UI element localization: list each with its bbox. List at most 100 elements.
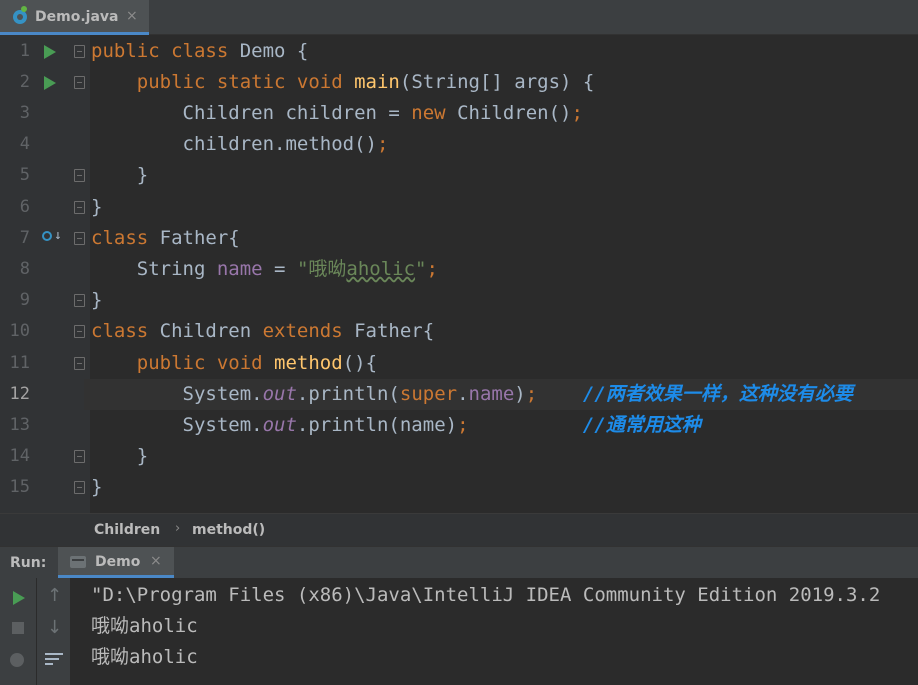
stop-icon[interactable] <box>12 622 24 634</box>
fold-marker-icon[interactable] <box>74 75 85 89</box>
fold-marker-icon[interactable] <box>74 325 85 339</box>
line-number: 8 <box>19 258 30 279</box>
implemented-by-icon[interactable] <box>42 230 52 241</box>
code-line[interactable]: 10 class Children extends Father{ <box>0 316 918 347</box>
console-output-line: 哦呦aholic <box>91 646 198 668</box>
code-token: } <box>91 164 149 187</box>
run-tab-demo[interactable]: Demo × <box>58 547 174 578</box>
code-token: "哦呦 <box>296 257 347 280</box>
scroll-down-arrow-icon[interactable]: ↓ <box>47 619 62 637</box>
fold-marker-icon[interactable] <box>74 231 85 245</box>
code-token: (){ <box>342 351 378 374</box>
code-line[interactable]: 4 children.method(); <box>0 129 918 160</box>
code-token: public <box>91 39 172 62</box>
code-token: ) <box>514 382 526 405</box>
run-label: Run: <box>10 555 47 571</box>
run-console: ↑ ↓ "D:\Program Files (x86)\Java\Intelli… <box>0 578 918 685</box>
code-token: Demo { <box>239 39 309 62</box>
code-token: ; <box>376 133 389 156</box>
code-text: public class Demo { <box>91 36 308 67</box>
code-line[interactable]: 11 public void method(){ <box>0 348 918 379</box>
code-line[interactable]: 6} <box>0 192 918 223</box>
java-class-icon <box>13 10 27 24</box>
run-tab-label: Demo <box>95 554 141 570</box>
code-token: class <box>91 320 160 343</box>
close-run-tab-icon[interactable]: × <box>150 553 162 569</box>
fold-marker-icon[interactable] <box>74 356 85 370</box>
line-number: 15 <box>9 477 30 498</box>
code-line[interactable]: 5 } <box>0 160 918 191</box>
debug-icon[interactable] <box>10 653 24 667</box>
code-text: System.out.println(name); //通常用这种 <box>91 410 701 441</box>
code-token: ; <box>426 257 438 280</box>
implemented-arrow-icon: ↓ <box>54 227 62 243</box>
soft-wrap-icon[interactable] <box>45 652 63 666</box>
code-line[interactable]: 14 } <box>0 441 918 472</box>
code-token: name <box>216 257 263 280</box>
code-token: ; <box>525 382 538 405</box>
scroll-up-arrow-icon[interactable]: ↑ <box>47 587 62 605</box>
code-text: class Father{ <box>91 223 240 254</box>
breadcrumb-method[interactable]: method() <box>192 522 265 538</box>
run-gutter-icon[interactable] <box>44 44 56 59</box>
code-token: new <box>411 101 458 124</box>
code-token: public static void <box>136 70 355 93</box>
code-token: out <box>262 413 297 436</box>
code-token: method <box>274 351 343 374</box>
breadcrumb-class-children[interactable]: Children <box>94 522 160 538</box>
code-line-background <box>84 441 918 472</box>
code-token: } <box>91 476 103 499</box>
line-number: 9 <box>19 290 30 311</box>
code-comment: //通常用这种 <box>582 413 701 436</box>
close-tab-icon[interactable]: × <box>126 8 138 24</box>
tab-demo-java[interactable]: Demo.java × <box>0 0 149 35</box>
fold-marker-icon[interactable] <box>74 450 85 464</box>
fold-marker-icon[interactable] <box>74 294 85 308</box>
code-token: Father{ <box>354 320 435 343</box>
code-token: = <box>262 257 297 280</box>
code-token: " <box>415 257 427 280</box>
code-token: .println( <box>296 382 400 405</box>
fold-marker-icon[interactable] <box>74 200 85 214</box>
tab-label: Demo.java <box>35 9 119 25</box>
code-line[interactable]: 8 String name = "哦呦aholic"; <box>0 254 918 285</box>
code-token: .println(name) <box>296 413 458 436</box>
code-token: String <box>91 257 217 280</box>
code-line[interactable]: 15} <box>0 472 918 503</box>
fold-marker-icon[interactable] <box>74 169 85 183</box>
rerun-icon[interactable] <box>13 591 25 605</box>
code-token: aholic <box>346 257 416 280</box>
fold-marker-icon[interactable] <box>74 481 85 495</box>
code-line[interactable]: 3 Children children = new Children(); <box>0 98 918 129</box>
code-editor[interactable]: 1 public class Demo {2 public static void… <box>0 35 918 513</box>
fold-marker-icon[interactable] <box>74 44 85 58</box>
line-number: 3 <box>19 102 30 123</box>
line-number: 6 <box>19 196 30 217</box>
code-line[interactable]: 2 public static void main(String[] args)… <box>0 67 918 98</box>
code-line[interactable]: 1 public class Demo { <box>0 36 918 67</box>
line-number: 1 <box>19 40 30 61</box>
code-token: Children <box>159 320 263 343</box>
code-token: . <box>457 382 469 405</box>
run-tool-window-header: Run: Demo × <box>0 546 918 578</box>
code-line[interactable]: 12 System.out.println(super.name); //两者效… <box>0 378 918 410</box>
code-line[interactable]: 7 ↓ class Father{ <box>0 223 918 254</box>
console-output-line: 哦呦aholic <box>91 615 198 637</box>
code-line-background <box>84 160 918 191</box>
code-token: } <box>91 289 103 312</box>
runnable-badge-icon <box>21 6 27 12</box>
console-icon <box>70 556 86 568</box>
code-line[interactable]: 9} <box>0 285 918 316</box>
line-number: 12 <box>9 383 30 404</box>
run-gutter-icon[interactable] <box>44 75 56 90</box>
code-text: } <box>91 472 102 503</box>
line-number: 13 <box>9 414 30 435</box>
code-line-background <box>84 192 918 223</box>
line-number: 7 <box>19 227 30 248</box>
code-text: System.out.println(super.name); //两者效果一样… <box>91 379 853 410</box>
code-token: System. <box>91 382 263 405</box>
code-line[interactable]: 13 System.out.println(name); //通常用这种 <box>0 410 918 441</box>
